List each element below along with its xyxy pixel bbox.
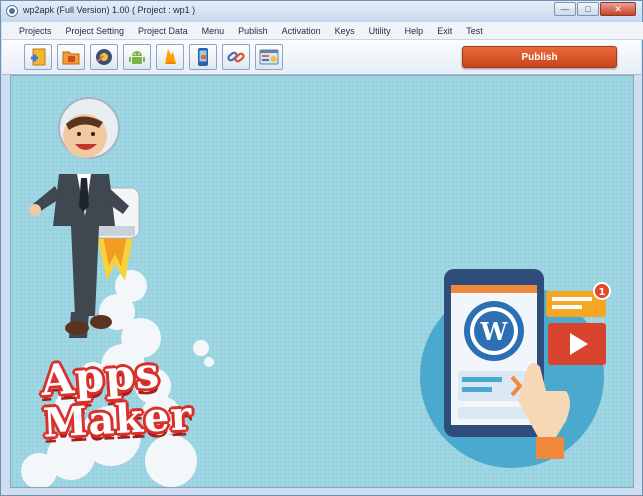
menu-projects[interactable]: Projects (12, 26, 59, 36)
open-project-button[interactable] (57, 44, 85, 70)
menu-bar: Projects Project Setting Project Data Me… (2, 22, 643, 40)
android-icon (129, 51, 145, 64)
menu-project-data[interactable]: Project Data (131, 26, 195, 36)
minimize-button[interactable]: — (554, 2, 576, 16)
menu-utility[interactable]: Utility (362, 26, 398, 36)
menu-activation[interactable]: Activation (275, 26, 328, 36)
close-button[interactable]: ✕ (600, 2, 636, 16)
new-project-button[interactable] (24, 44, 52, 70)
mobile-preview-icon (198, 48, 208, 66)
menu-project-setting[interactable]: Project Setting (59, 26, 132, 36)
menu-menu[interactable]: Menu (195, 26, 232, 36)
firebase-icon (165, 49, 176, 64)
maximize-button[interactable]: □ (577, 2, 599, 16)
workspace-canvas: Apps Maker W 1 (10, 75, 634, 488)
window-title: wp2apk (Full Version) 1.00 ( Project : w… (23, 5, 196, 15)
app-icon (6, 5, 18, 17)
mobile-preview-button[interactable] (189, 44, 217, 70)
open-project-icon (62, 51, 80, 65)
menu-test[interactable]: Test (459, 26, 490, 36)
new-project-icon (31, 48, 46, 66)
link-button[interactable] (222, 44, 250, 70)
app-window: wp2apk (Full Version) 1.00 ( Project : w… (0, 0, 643, 496)
menu-keys[interactable]: Keys (328, 26, 362, 36)
menu-publish[interactable]: Publish (231, 26, 275, 36)
android-button[interactable] (123, 44, 151, 70)
toolbar: Publish (2, 40, 641, 75)
menu-exit[interactable]: Exit (430, 26, 459, 36)
web-app-button[interactable] (255, 44, 283, 70)
firebase-button[interactable] (156, 44, 184, 70)
svg-text:1: 1 (599, 287, 606, 298)
title-bar: wp2apk (Full Version) 1.00 ( Project : w… (1, 1, 642, 22)
web-app-icon (259, 49, 279, 65)
svg-text:W: W (480, 317, 509, 346)
window-controls: — □ ✕ (554, 2, 636, 16)
brand-maker-text: Maker (41, 392, 194, 447)
menu-help[interactable]: Help (398, 26, 431, 36)
publish-button[interactable]: Publish (462, 46, 617, 68)
mobile-app-illustration: W 1 (420, 269, 611, 468)
link-icon (227, 51, 245, 63)
settings-button[interactable] (90, 44, 118, 70)
settings-icon (96, 49, 112, 65)
